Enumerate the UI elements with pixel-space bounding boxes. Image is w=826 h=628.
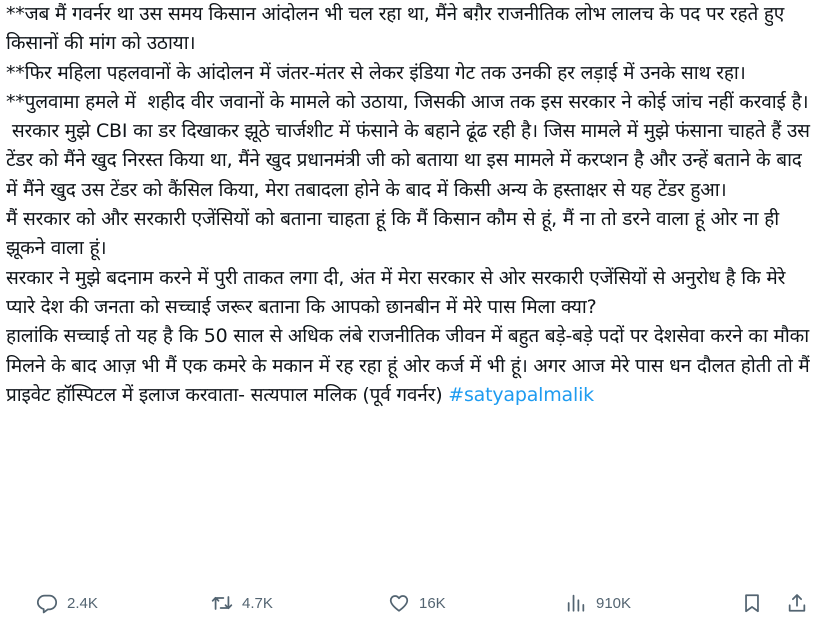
- repost-count: 4.7K: [242, 594, 273, 612]
- bookmark-icon: [745, 594, 759, 613]
- views-button[interactable]: 910K: [565, 586, 631, 620]
- repost-button[interactable]: 4.7K: [211, 586, 273, 620]
- share-icon: [788, 594, 806, 612]
- tweet-paragraph: सरकार ने मुझे बदनाम करने में पुरी ताकत ल…: [6, 266, 791, 318]
- like-button[interactable]: 16K: [388, 586, 446, 620]
- tweet-actions-bar: 2.4K 4.7K 16K 910K: [0, 586, 826, 620]
- reply-button[interactable]: 2.4K: [36, 586, 98, 620]
- reply-count: 2.4K: [67, 594, 98, 612]
- views-count: 910K: [596, 594, 632, 612]
- reply-icon: [36, 594, 58, 614]
- like-count: 16K: [419, 594, 446, 612]
- tweet-paragraph-last: हालांकि सच्चाई तो यह है कि 50 साल से अधि…: [6, 322, 818, 410]
- tweet-paragraph: **जब मैं गवर्नर था उस समय किसान आंदोलन भ…: [6, 3, 790, 55]
- share-button[interactable]: [786, 586, 808, 620]
- hashtag-link[interactable]: #satyapalmalik: [448, 384, 594, 406]
- tweet-paragraph: **फिर महिला पहलवानों के आंदोलन में जंतर-…: [6, 61, 746, 84]
- like-icon: [389, 595, 409, 612]
- repost-icon: [211, 596, 233, 610]
- views-icon: [567, 594, 585, 612]
- bookmark-button[interactable]: [741, 586, 763, 620]
- tweet-text: **जब मैं गवर्नर था उस समय किसान आंदोलन भ…: [6, 0, 818, 410]
- tweet-paragraph: **पुलवामा हमले में शहीद वीर जवानों के मा…: [6, 90, 809, 113]
- tweet-paragraph: सरकार मुझे CBI का डर दिखाकर झूठे चार्जशी…: [6, 120, 816, 201]
- tweet-paragraph: मैं सरकार को और सरकारी एजेंसियों को बतान…: [6, 208, 785, 260]
- tweet-paragraph-text: हालांकि सच्चाई तो यह है कि 50 साल से अधि…: [6, 325, 816, 406]
